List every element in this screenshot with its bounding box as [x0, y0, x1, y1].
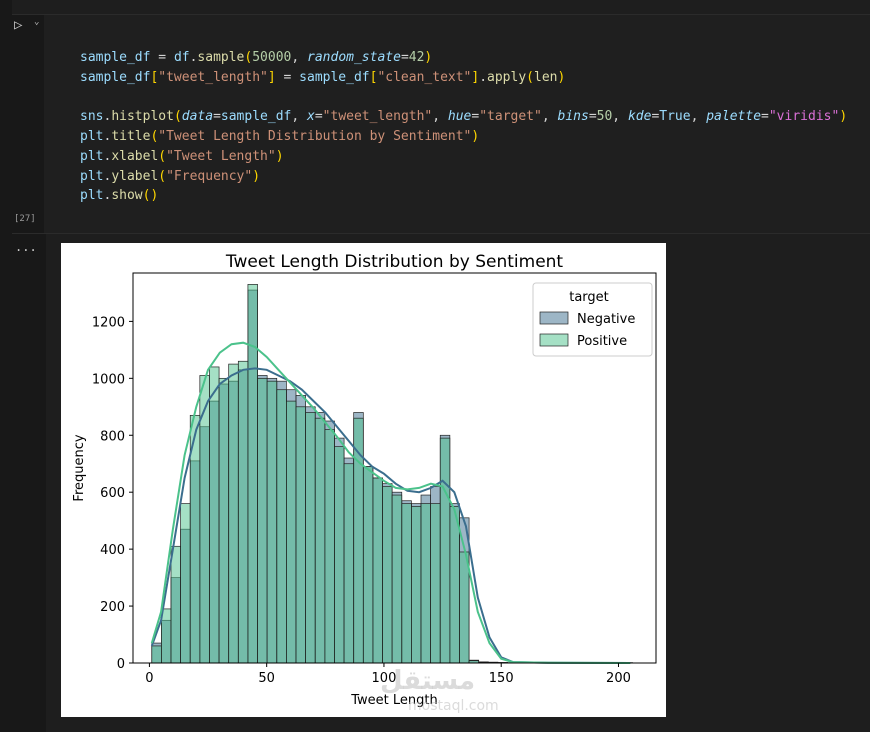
- bar-positive-23: [372, 477, 383, 664]
- legend-swatch-negative: [539, 311, 569, 325]
- code-line-6: plt.xlabel("Tweet Length"): [80, 148, 284, 164]
- bar-positive-6: [209, 366, 220, 664]
- bar-positive-26: [401, 503, 412, 664]
- cell-sidebar: [12, 15, 44, 233]
- chevron-down-icon[interactable]: ⌄: [34, 17, 39, 27]
- x-tick-label-150: 150: [489, 671, 514, 686]
- y-axis-label: Frequency: [72, 434, 87, 501]
- code-line-5: plt.title("Tweet Length Distribution by …: [80, 128, 480, 144]
- watermark-brand: مستقل: [380, 666, 476, 696]
- y-tick-label-200: 200: [100, 600, 125, 615]
- bar-positive-30: [439, 437, 451, 664]
- bar-positive-13: [276, 389, 287, 664]
- output-sidebar: [12, 234, 46, 732]
- x-tick-label-0: 0: [145, 671, 153, 686]
- bar-positive-21: [353, 417, 364, 664]
- bar-positive-31: [449, 506, 460, 664]
- bar-positive-18: [324, 429, 335, 664]
- bar-positive-28: [420, 503, 431, 664]
- bar-positive-1: [161, 608, 172, 664]
- bar-positive-15: [295, 406, 306, 664]
- output-figure: 0 50 100 150 200 0 200 400 600 800 1000 1200 Tweet L…: [61, 243, 666, 717]
- legend-label-positive: Positive: [577, 334, 627, 349]
- code-line-4: sns.histplot(data=sample_df, x="tweet_le…: [80, 109, 848, 125]
- code-text[interactable]: sample_df = df.sample(50000, random_stat…: [80, 28, 847, 206]
- bar-positive-10: [247, 284, 258, 664]
- bar-positive-9: [237, 360, 249, 664]
- legend-label-negative: Negative: [577, 312, 635, 327]
- legend-title: target: [569, 290, 609, 305]
- bar-positive-16: [305, 412, 316, 664]
- bar-positive-11: [257, 377, 268, 664]
- y-tick-label-600: 600: [100, 486, 125, 501]
- watermark-site: mostaql.com: [408, 698, 499, 714]
- run-cell-icon[interactable]: ▷: [14, 17, 22, 33]
- bar-positive-19: [334, 446, 345, 664]
- bar-positive-24: [382, 486, 393, 664]
- bar-positive-22: [362, 466, 374, 664]
- legend-swatch-positive: [539, 333, 569, 347]
- bar-positive-14: [286, 400, 297, 664]
- y-tick-label-1200: 1200: [92, 315, 125, 330]
- bar-positive-3: [180, 503, 191, 664]
- bar-positive-27: [411, 506, 422, 664]
- histogram-chart: 0 50 100 150 200020040060080010001200Tweet L…: [72, 252, 657, 708]
- bar-positive-2: [170, 545, 181, 664]
- bar-positive-29: [430, 503, 441, 664]
- bar-positive-8: [228, 363, 239, 664]
- execution-count: [27]: [14, 214, 36, 224]
- left-gutter: [0, 0, 12, 732]
- y-tick-label-400: 400: [100, 543, 125, 558]
- y-tick-label-0: 0: [117, 657, 125, 672]
- code-line-8: plt.show(): [80, 188, 159, 204]
- more-actions-icon[interactable]: ...: [15, 240, 37, 254]
- code-line-2: sample_df["tweet_length"] = sample_df["c…: [80, 69, 566, 85]
- y-tick-label-1000: 1000: [92, 372, 125, 387]
- bar-positive-12: [266, 380, 278, 664]
- bar-positive-20: [343, 463, 355, 664]
- bar-positive-0: [151, 645, 162, 664]
- x-tick-label-200: 200: [606, 671, 631, 686]
- bar-positive-25: [391, 494, 403, 664]
- x-tick-label-50: 50: [258, 671, 275, 686]
- code-line-1: sample_df = df.sample(50000, random_stat…: [80, 49, 433, 65]
- bar-positive-7: [218, 377, 230, 664]
- y-tick-label-800: 800: [100, 429, 125, 444]
- code-line-7: plt.ylabel("Frequency"): [80, 168, 261, 184]
- bar-positive-17: [314, 417, 326, 664]
- bar-positive-32: [459, 551, 470, 664]
- chart-title: Tweet Length Distribution by Sentiment: [225, 252, 564, 272]
